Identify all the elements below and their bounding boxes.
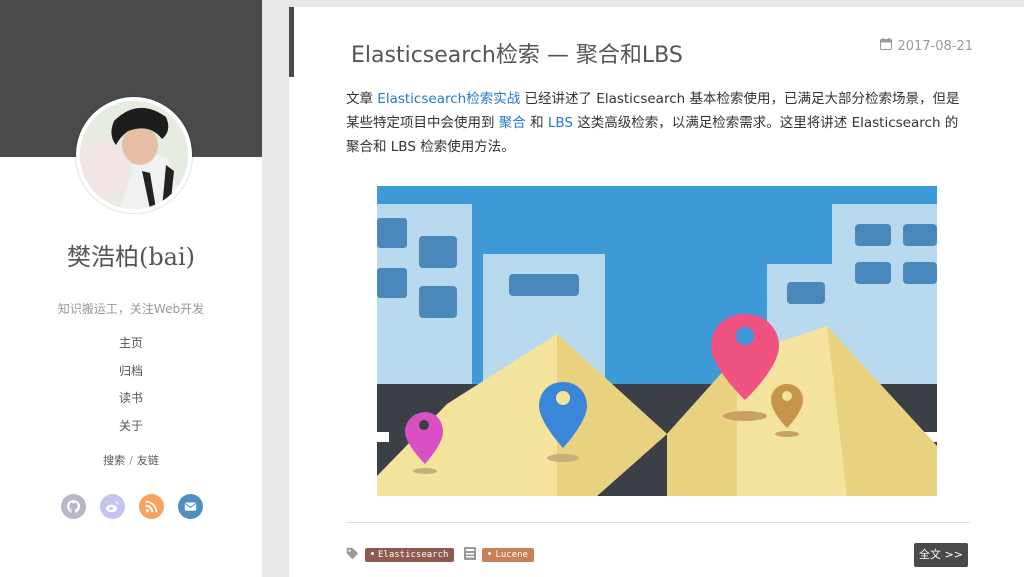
post-tags: Elasticsearch Lucene: [346, 545, 534, 564]
sidebar-nav: 主页 归档 读书 关于: [0, 335, 262, 445]
sidebar: 樊浩柏(bai) 知识搬运工，关注Web开发 主页 归档 读书 关于 搜索 / 友链: [0, 0, 262, 577]
post-excerpt: 文章 Elasticsearch检索实战 已经讲述了 Elasticsearch…: [346, 87, 971, 159]
excerpt-text: 文章: [346, 91, 378, 107]
excerpt-text: 和: [525, 115, 548, 131]
nav-about[interactable]: 关于: [0, 418, 262, 446]
tag-lucene[interactable]: Lucene: [482, 547, 534, 562]
subnav-separator: /: [129, 454, 133, 467]
links-link[interactable]: 友链: [137, 454, 159, 467]
excerpt-link-lbs[interactable]: LBS: [548, 115, 573, 131]
tag-elasticsearch[interactable]: Elasticsearch: [365, 547, 455, 562]
post-date-text: 2017-08-21: [897, 38, 973, 54]
tag-icon: [346, 545, 359, 564]
post-title[interactable]: Elasticsearch检索 — 聚合和LBS: [351, 37, 683, 69]
github-icon[interactable]: [61, 494, 86, 519]
rss-icon[interactable]: [139, 494, 164, 519]
excerpt-link-aggregation[interactable]: 聚合: [499, 115, 526, 131]
post-date: 2017-08-21: [880, 38, 973, 54]
post-hero-image: [377, 186, 937, 496]
post-card: Elasticsearch检索 — 聚合和LBS 2017-08-21 文章 E…: [289, 7, 1024, 577]
post-accent-bar: [289, 7, 294, 77]
nav-books[interactable]: 读书: [0, 390, 262, 418]
author-tagline: 知识搬运工，关注Web开发: [57, 302, 205, 316]
category-icon: [464, 545, 477, 564]
excerpt-link-search-practice[interactable]: Elasticsearch检索实战: [377, 91, 520, 107]
author-name: 樊浩柏(bai): [66, 243, 196, 271]
avatar[interactable]: [76, 97, 192, 213]
mail-icon[interactable]: [178, 494, 203, 519]
social-links: [61, 494, 203, 519]
weibo-icon[interactable]: [100, 494, 125, 519]
calendar-icon: [880, 38, 893, 54]
search-link[interactable]: 搜索: [103, 454, 125, 467]
read-more-button[interactable]: 全文 >>: [914, 543, 968, 567]
sidebar-subnav: 搜索 / 友链: [0, 452, 262, 468]
post-divider: [346, 522, 970, 523]
nav-archives[interactable]: 归档: [0, 363, 262, 391]
nav-home[interactable]: 主页: [0, 335, 262, 363]
